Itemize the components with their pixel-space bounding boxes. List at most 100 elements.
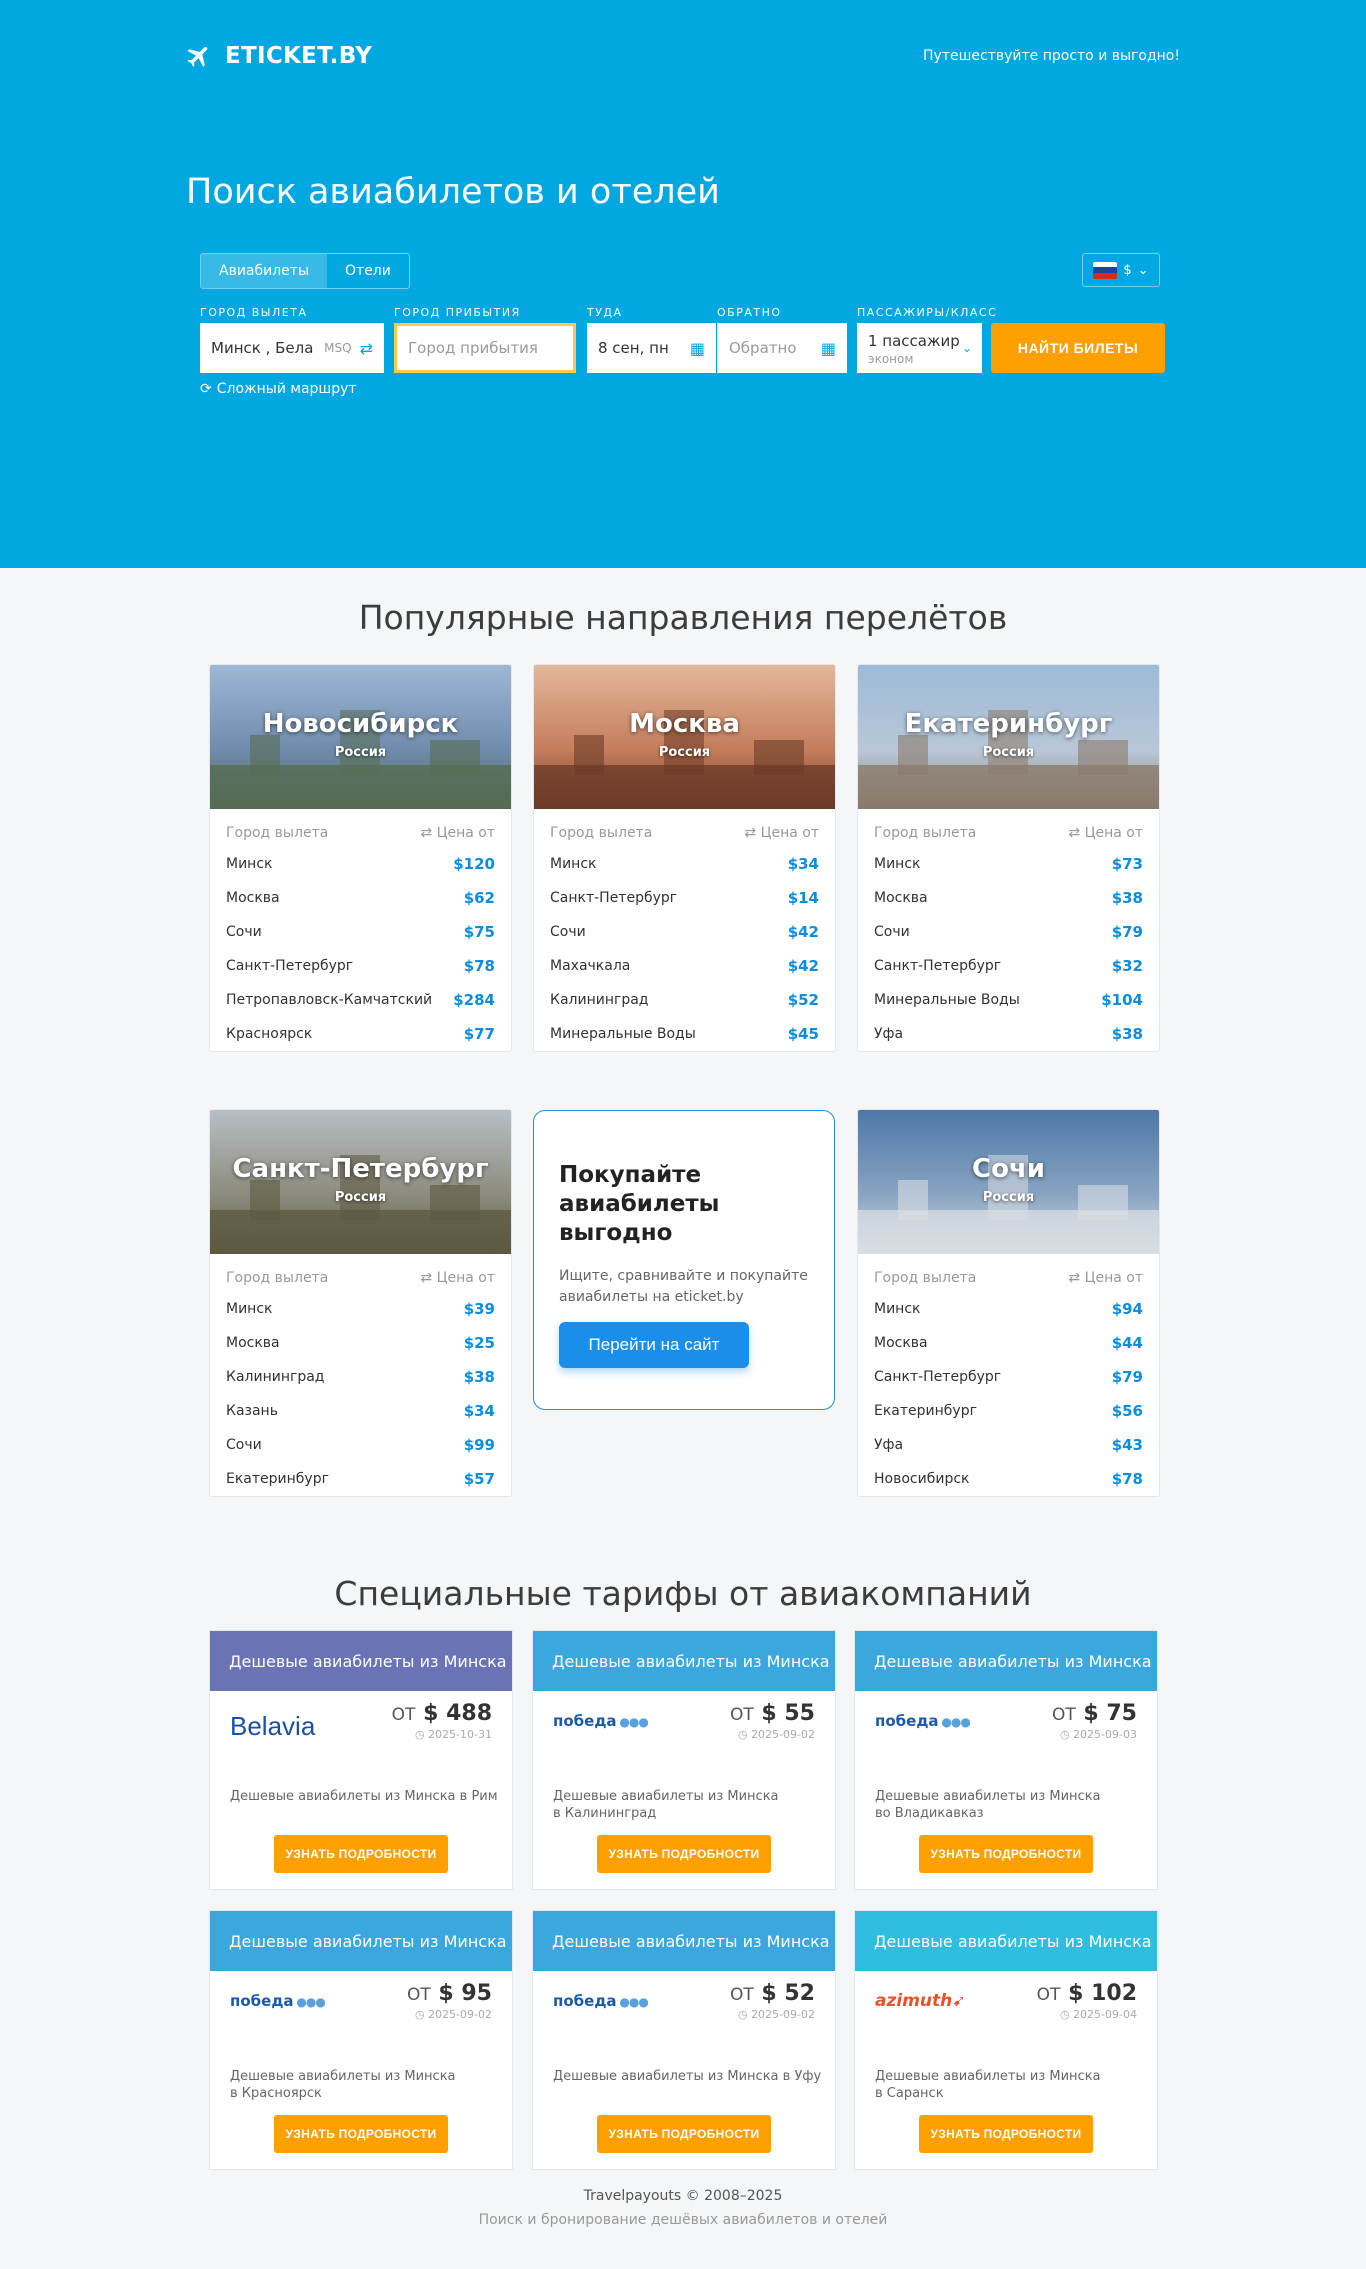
tariff-price-block: ОТ $ 52 ◷ 2025-09-02 (730, 1981, 815, 2021)
destination-row[interactable]: Новосибирск $78 (858, 1462, 1159, 1496)
destination-row[interactable]: Уфа $43 (858, 1428, 1159, 1462)
departure-city: Минск (874, 1301, 921, 1317)
destination-card[interactable]: Екатеринбург Россия Город вылета ⇄ Цена … (857, 664, 1160, 1052)
airline-logo-wrap: azimuth➹ (875, 1991, 966, 2011)
go-to-site-button[interactable]: Перейти на сайт (559, 1322, 749, 1368)
destination-country: Россия (982, 1190, 1035, 1205)
details-button[interactable]: УЗНАТЬ ПОДРОБНОСТИ (274, 2115, 448, 2153)
price: $73 (1111, 855, 1143, 873)
tariff-card: Дешевые авиабилеты из Минска победа ●●● … (854, 1630, 1158, 1890)
tariff-date: 2025-09-02 (428, 2008, 492, 2021)
destination-row[interactable]: Сочи $79 (858, 915, 1159, 949)
airline-logo-wrap: победа ●●● (230, 1991, 326, 2010)
destination-row[interactable]: Минск $120 (210, 847, 511, 881)
swap-icon: ⇄ (420, 1270, 437, 1286)
destination-row[interactable]: Санкт-Петербург $32 (858, 949, 1159, 983)
destination-row[interactable]: Минеральные Воды $45 (534, 1017, 835, 1051)
destination-image: Сочи Россия (858, 1110, 1159, 1254)
destination-row[interactable]: Минск $94 (858, 1292, 1159, 1326)
tab-hotels[interactable]: Отели (327, 254, 409, 288)
destination-row[interactable]: Казань $34 (210, 1394, 511, 1428)
destination-card[interactable]: Москва Россия Город вылета ⇄ Цена от Мин… (533, 664, 836, 1052)
departure-city: Минеральные Воды (550, 1026, 696, 1042)
destination-row[interactable]: Минск $73 (858, 847, 1159, 881)
price: $38 (1111, 1025, 1143, 1043)
col-price-label: Цена от (1084, 1270, 1143, 1286)
details-button[interactable]: УЗНАТЬ ПОДРОБНОСТИ (919, 2115, 1093, 2153)
destination-row[interactable]: Екатеринбург $56 (858, 1394, 1159, 1428)
destination-row[interactable]: Москва $38 (858, 881, 1159, 915)
departure-city: Казань (226, 1403, 278, 1419)
destination-row[interactable]: Минеральные Воды $104 (858, 983, 1159, 1017)
complex-route-link[interactable]: ⟳ Сложный маршрут (200, 381, 357, 397)
airline-logo: победа (553, 1992, 617, 2010)
clock-icon: ◷ (1059, 2008, 1074, 2021)
departure-city: Минск (550, 856, 597, 872)
clock-icon: ◷ (737, 2008, 752, 2021)
logo-dots-icon: ●●● (293, 1995, 325, 2009)
destination-row[interactable]: Калининград $38 (210, 1360, 511, 1394)
destination-row[interactable]: Минск $34 (534, 847, 835, 881)
destination-row[interactable]: Москва $25 (210, 1326, 511, 1360)
logo[interactable]: ETICKET.BY (185, 42, 372, 70)
swap-icon[interactable]: ⇄ (360, 339, 373, 358)
destination-country: Россия (658, 745, 711, 760)
destination-row[interactable]: Красноярск $77 (210, 1017, 511, 1051)
departure-city: Санкт-Петербург (874, 1369, 1002, 1385)
tariff-price: $ 55 (761, 1701, 815, 1726)
departure-city: Минск (874, 856, 921, 872)
destination-row[interactable]: Сочи $99 (210, 1428, 511, 1462)
details-button[interactable]: УЗНАТЬ ПОДРОБНОСТИ (597, 1835, 771, 1873)
destination-row[interactable]: Минск $39 (210, 1292, 511, 1326)
logo-dots-icon: ●●● (938, 1715, 970, 1729)
price: $79 (1111, 1368, 1143, 1386)
destination-row[interactable]: Сочи $75 (210, 915, 511, 949)
destination-row[interactable]: Петропавловск-Камчатский $284 (210, 983, 511, 1017)
destination-row[interactable]: Калининград $52 (534, 983, 835, 1017)
details-button[interactable]: УЗНАТЬ ПОДРОБНОСТИ (919, 1835, 1093, 1873)
destination-row[interactable]: Санкт-Петербург $78 (210, 949, 511, 983)
tariff-card: Дешевые авиабилеты из Минска победа ●●● … (532, 1910, 836, 2170)
details-button[interactable]: УЗНАТЬ ПОДРОБНОСТИ (274, 1835, 448, 1873)
airplane-icon (187, 46, 208, 67)
return-label: Обратно (717, 306, 782, 319)
hero-title: Поиск авиабилетов и отелей (186, 172, 720, 212)
destination-row[interactable]: Сочи $42 (534, 915, 835, 949)
destination-row[interactable]: Санкт-Петербург $79 (858, 1360, 1159, 1394)
destination-row[interactable]: Москва $44 (858, 1326, 1159, 1360)
destination-row[interactable]: Екатеринбург $57 (210, 1462, 511, 1496)
destination-card[interactable]: Новосибирск Россия Город вылета ⇄ Цена о… (209, 664, 512, 1052)
from-word: ОТ (391, 1705, 416, 1725)
destination-row[interactable]: Санкт-Петербург $14 (534, 881, 835, 915)
tariff-price-block: ОТ $ 55 ◷ 2025-09-02 (730, 1701, 815, 1741)
destination-image: Москва Россия (534, 665, 835, 809)
passengers-field[interactable]: 1 пассажир эконом ⌄ (857, 323, 982, 373)
from-field[interactable]: Минск , Беларусь MSQ ⇄ (200, 323, 384, 373)
destination-row[interactable]: Москва $62 (210, 881, 511, 915)
currency-selector[interactable]: $ ⌄ (1082, 253, 1160, 287)
tariff-card: Дешевые авиабилеты из Минска победа ●●● … (209, 1910, 513, 2170)
destination-country: Россия (334, 745, 387, 760)
destination-card[interactable]: Санкт-Петербург Россия Город вылета ⇄ Це… (209, 1109, 512, 1497)
return-date-field[interactable]: Обратно ▦ (717, 323, 847, 373)
price: $284 (453, 991, 495, 1009)
destination-row[interactable]: Уфа $38 (858, 1017, 1159, 1051)
destination-row[interactable]: Махачкала $42 (534, 949, 835, 983)
details-button[interactable]: УЗНАТЬ ПОДРОБНОСТИ (597, 2115, 771, 2153)
destination-city: Новосибирск (262, 709, 459, 739)
pax-value: 1 пассажир (868, 332, 960, 350)
tab-flights[interactable]: Авиабилеты (201, 254, 328, 288)
to-field[interactable]: Город прибытия (394, 323, 576, 373)
tariff-header: Дешевые авиабилеты из Минска (210, 1911, 512, 1971)
depart-date-field[interactable]: 8 сен, пн ▦ (587, 323, 716, 373)
tariff-card: Дешевые авиабилеты из Минска azimuth➹ ОТ… (854, 1910, 1158, 2170)
promo-title: Покупайте авиабилеты выгодно (559, 1162, 720, 1246)
departure-city: Новосибирск (874, 1471, 970, 1487)
calendar-icon: ▦ (820, 338, 836, 358)
price: $57 (463, 1470, 495, 1488)
destination-card[interactable]: Сочи Россия Город вылета ⇄ Цена от Минск… (857, 1109, 1160, 1497)
airline-logo: azimuth (875, 1991, 953, 2011)
search-button[interactable]: НАЙТИ БИЛЕТЫ (991, 323, 1165, 373)
airline-logo-wrap: победа ●●● (875, 1711, 971, 1730)
pax-label: Пассажиры/класс (857, 306, 998, 319)
